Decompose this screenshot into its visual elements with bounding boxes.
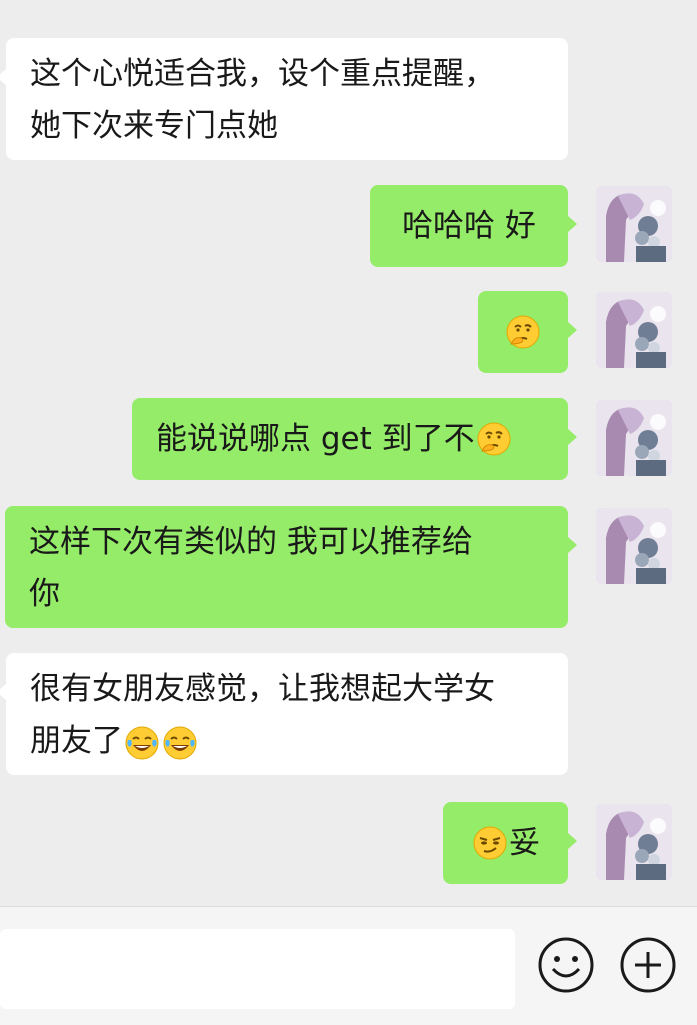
user-avatar[interactable] — [596, 186, 672, 262]
message-text: 能说说哪点 get 到了不 — [156, 421, 475, 457]
user-avatar[interactable] — [596, 804, 672, 880]
message-text: 哈哈哈 好 — [402, 208, 536, 244]
smirk-face-emoji-icon — [472, 825, 508, 861]
received-message-bubble[interactable]: 很有女朋友感觉，让我想起大学女 朋友了 — [0, 653, 568, 775]
message-text-line: 这个心悦适合我，设个重点提醒， — [30, 56, 495, 92]
sent-message-bubble[interactable]: 这样下次有类似的 我可以推荐给 你 — [5, 506, 577, 628]
message-input[interactable] — [0, 929, 515, 1009]
tears-of-joy-emoji-icon — [162, 725, 198, 761]
message-text-line: 朋友了 — [30, 723, 123, 759]
thinking-face-emoji-icon — [476, 421, 512, 457]
message-text-line: 很有女朋友感觉，让我想起大学女 — [30, 671, 495, 707]
message-text-line: 她下次来专门点她 — [30, 108, 278, 144]
user-avatar[interactable] — [596, 508, 672, 584]
sent-message-bubble[interactable]: 妥 — [443, 802, 577, 884]
message-text-line: 你 — [29, 576, 60, 612]
sent-message-bubble[interactable] — [478, 291, 577, 373]
message-text: 妥 — [509, 825, 540, 861]
received-message-bubble[interactable]: 这个心悦适合我，设个重点提醒， 她下次来专门点她 — [0, 38, 568, 160]
tears-of-joy-emoji-icon — [124, 725, 160, 761]
user-avatar[interactable] — [596, 400, 672, 476]
smiley-icon[interactable] — [536, 935, 596, 995]
sent-message-bubble[interactable]: 能说说哪点 get 到了不 — [132, 398, 577, 480]
thinking-face-emoji-icon — [505, 314, 541, 350]
message-text-line: 这样下次有类似的 我可以推荐给 — [29, 524, 473, 560]
chat-input-bar — [0, 906, 697, 1025]
user-avatar[interactable] — [596, 292, 672, 368]
plus-circle-icon[interactable] — [618, 935, 678, 995]
sent-message-bubble[interactable]: 哈哈哈 好 — [370, 185, 577, 267]
